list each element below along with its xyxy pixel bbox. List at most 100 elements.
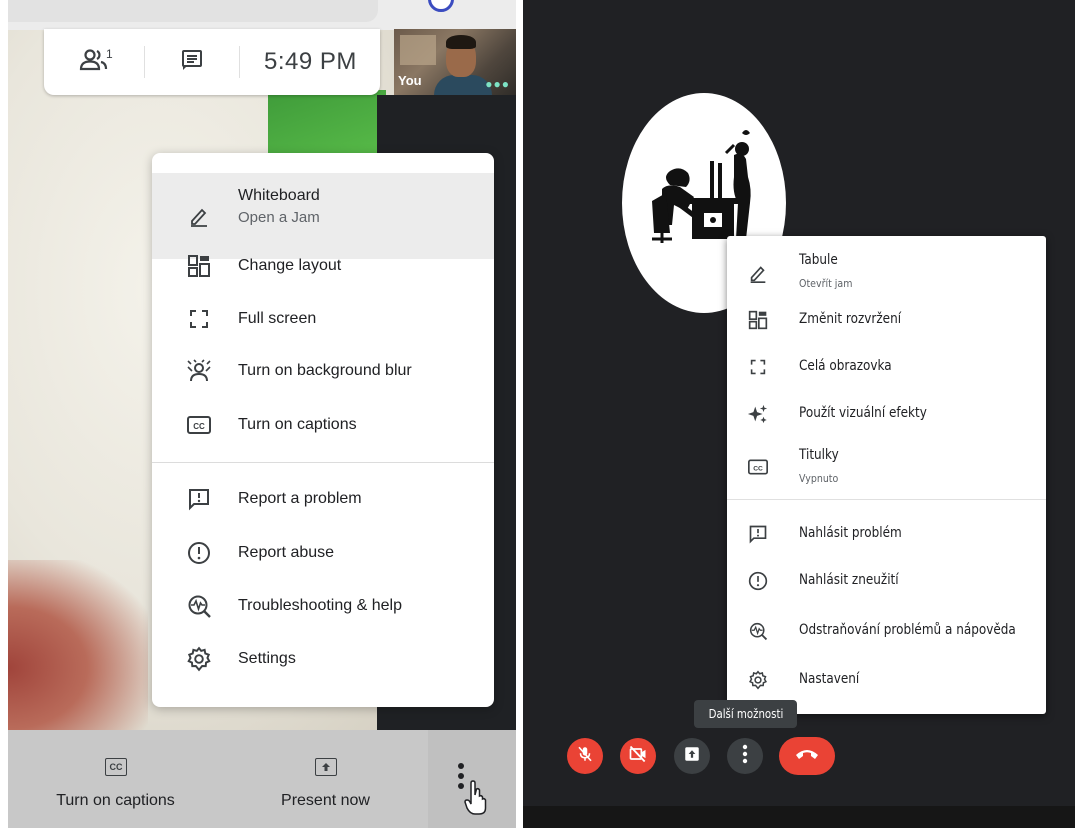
menu-item-label: Turn on background blur (238, 362, 412, 379)
menu-item-report-problem[interactable]: Report a problem (152, 473, 494, 525)
settings-icon (747, 669, 769, 691)
mic-toggle-button[interactable] (567, 738, 603, 774)
menu-item-label: Použít vizuální efekty (799, 405, 927, 421)
tooltip-text: Další možnosti (708, 707, 783, 721)
panel-divider (516, 0, 523, 828)
hang-up-button[interactable] (779, 737, 835, 775)
camera-toggle-button[interactable] (620, 738, 656, 774)
self-video-person-body (434, 75, 492, 95)
menu-item-full-screen[interactable]: Full screen (152, 293, 494, 345)
menu-item-label: Změnit rozvržení (799, 311, 902, 327)
bottom-control-bar: CC Turn on captions Present now (8, 730, 516, 828)
report-problem-icon (186, 486, 212, 512)
menu-item-nastaveni[interactable]: Nastavení (727, 657, 1046, 703)
svg-text:CC: CC (193, 422, 205, 431)
comparison-screenshot: 1 5:49 PM You ●●● Whiteboard Open a Jam … (0, 0, 1075, 828)
meeting-clock: 5:49 PM (264, 48, 357, 75)
menu-item-vizualni-efekty[interactable]: Použít vizuální efekty (727, 391, 1046, 437)
video-background-object (8, 560, 148, 740)
menu-item-label: Nastavení (799, 671, 860, 687)
menu-item-label: Full screen (238, 310, 317, 327)
menu-item-titulky[interactable]: CC Titulky Vypnuto (727, 439, 1046, 495)
more-options-tooltip: Další možnosti (694, 700, 797, 728)
more-options-button[interactable] (727, 738, 763, 774)
menu-item-nahlasit-zneuziti[interactable]: Nahlásit zneužití (727, 558, 1046, 604)
present-icon (683, 745, 701, 768)
menu-item-sublabel: Otevřít jam (799, 277, 853, 290)
menu-item-label: Nahlásit problém (799, 525, 902, 541)
left-meet-window: 1 5:49 PM You ●●● Whiteboard Open a Jam … (8, 0, 516, 828)
hang-up-icon (794, 747, 820, 766)
pencil-icon (186, 203, 212, 229)
menu-item-cela-obrazovka[interactable]: Celá obrazovka (727, 344, 1046, 390)
self-video-person-hair (446, 35, 476, 49)
more-options-icon (742, 744, 748, 769)
fullscreen-icon (186, 306, 212, 332)
menu-item-label: Nahlásit zneužití (799, 572, 899, 588)
turn-on-captions-button[interactable]: CC Turn on captions (8, 730, 223, 828)
menu-item-label: Report abuse (238, 544, 335, 561)
hand-cursor-icon (464, 780, 490, 821)
menu-item-label: Odstraňování problémů a nápověda (799, 622, 1016, 638)
troubleshooting-icon (747, 620, 769, 642)
top-edge-shade (8, 0, 378, 22)
people-icon (79, 48, 109, 77)
report-abuse-icon (747, 570, 769, 592)
captions-icon: CC (186, 412, 212, 438)
more-options-menu-cz: Tabule Otevřít jam Změnit rozvržení Celá… (727, 236, 1046, 714)
menu-item-label: Turn on captions (238, 416, 357, 433)
menu-item-label: Settings (238, 650, 296, 667)
menu-item-troubleshooting[interactable]: Troubleshooting & help (152, 580, 494, 632)
self-video-tile[interactable]: You ●●● (394, 29, 516, 95)
self-video-background (400, 35, 436, 65)
bottom-strip (523, 806, 1075, 828)
top-info-bar: 1 5:49 PM (44, 29, 380, 95)
right-meet-window: Tabule Otevřít jam Změnit rozvržení Celá… (523, 0, 1075, 828)
menu-item-change-layout[interactable]: Change layout (152, 240, 494, 292)
mic-off-icon (576, 745, 594, 768)
fullscreen-icon (747, 356, 769, 378)
self-video-label: You (398, 73, 422, 88)
present-icon (315, 758, 337, 776)
report-problem-icon (747, 523, 769, 545)
sparkle-icon (747, 403, 769, 425)
present-now-label: Present now (281, 792, 370, 809)
menu-item-settings[interactable]: Settings (152, 633, 494, 685)
menu-item-nahlasit-problem[interactable]: Nahlásit problém (727, 511, 1046, 557)
participants-count: 1 (106, 47, 113, 61)
layout-icon (747, 309, 769, 331)
camera-off-icon (628, 744, 648, 769)
background-blur-icon (186, 358, 212, 384)
settings-icon (186, 646, 212, 672)
troubleshooting-icon (186, 593, 212, 619)
menu-item-zmenit-rozvrzeni[interactable]: Změnit rozvržení (727, 297, 1046, 343)
menu-item-sublabel: Open a Jam (238, 209, 320, 226)
menu-item-label: Change layout (238, 257, 342, 274)
svg-text:CC: CC (753, 465, 763, 472)
menu-item-tabule[interactable]: Tabule Otevřít jam (727, 248, 1046, 300)
participants-button[interactable]: 1 (44, 29, 144, 95)
report-abuse-icon (186, 540, 212, 566)
present-button[interactable] (674, 738, 710, 774)
layout-icon (186, 253, 212, 279)
present-now-button[interactable]: Present now (223, 730, 428, 828)
chat-button[interactable] (145, 29, 239, 95)
menu-item-label: Celá obrazovka (799, 358, 892, 374)
menu-item-background-blur[interactable]: Turn on background blur (152, 345, 494, 397)
chat-icon (180, 48, 204, 77)
more-options-button[interactable] (428, 730, 516, 828)
captions-icon: CC (105, 758, 127, 776)
menu-item-odstranovani-problemu[interactable]: Odstraňování problémů a nápověda (727, 608, 1046, 654)
menu-item-captions[interactable]: CC Turn on captions (152, 399, 494, 451)
pencil-icon (747, 262, 769, 284)
more-options-menu: Whiteboard Open a Jam Change layout Full… (152, 153, 494, 707)
speaking-indicator-icon: ●●● (485, 77, 510, 91)
menu-item-label: Troubleshooting & help (238, 597, 402, 614)
captions-icon: CC (747, 456, 769, 478)
menu-item-report-abuse[interactable]: Report abuse (152, 527, 494, 579)
menu-divider (727, 499, 1046, 500)
menu-item-label: Whiteboard (238, 187, 320, 204)
menu-item-label: Report a problem (238, 490, 362, 507)
turn-on-captions-label: Turn on captions (56, 792, 175, 809)
menu-item-sublabel: Vypnuto (799, 472, 839, 485)
